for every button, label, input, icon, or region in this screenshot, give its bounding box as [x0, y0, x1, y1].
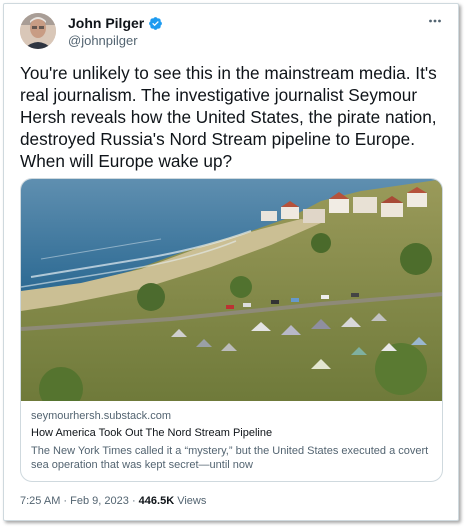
author-handle[interactable]: @johnpilger	[68, 33, 138, 49]
more-options-icon[interactable]	[428, 14, 442, 31]
card-title[interactable]: How America Took Out The Nord Stream Pip…	[31, 426, 432, 441]
meta-separator: ·	[131, 495, 136, 507]
meta-separator: ·	[63, 495, 68, 507]
more-dots	[429, 19, 441, 23]
link-preview-card[interactable]: seymourhersh.substack.com How America To…	[20, 178, 443, 482]
author-name[interactable]: John Pilger	[68, 15, 144, 32]
card-domain[interactable]: seymourhersh.substack.com	[31, 409, 432, 424]
verified-badge-icon	[149, 17, 163, 30]
tweet-meta: 7:25 AM · Feb 9, 2023 · 446.5K Views	[20, 494, 206, 508]
views-count: 446.5K	[138, 495, 175, 507]
avatar-photo	[20, 13, 56, 49]
avatar[interactable]	[20, 13, 56, 49]
tweet-text: You're unlikely to see this in the mains…	[20, 63, 437, 171]
tweet-date[interactable]: Feb 9, 2023	[70, 495, 129, 507]
card-description: The New York Times called it a “mystery,…	[31, 445, 429, 471]
views-label: Views	[177, 495, 207, 507]
tweet-container: John Pilger @johnpilger You're unlikely …	[3, 3, 459, 521]
author-name-row[interactable]: John Pilger	[68, 15, 163, 32]
card-body[interactable]: seymourhersh.substack.com How America To…	[21, 401, 442, 472]
card-image[interactable]	[21, 179, 443, 401]
tweet-time[interactable]: 7:25 AM	[20, 495, 60, 507]
